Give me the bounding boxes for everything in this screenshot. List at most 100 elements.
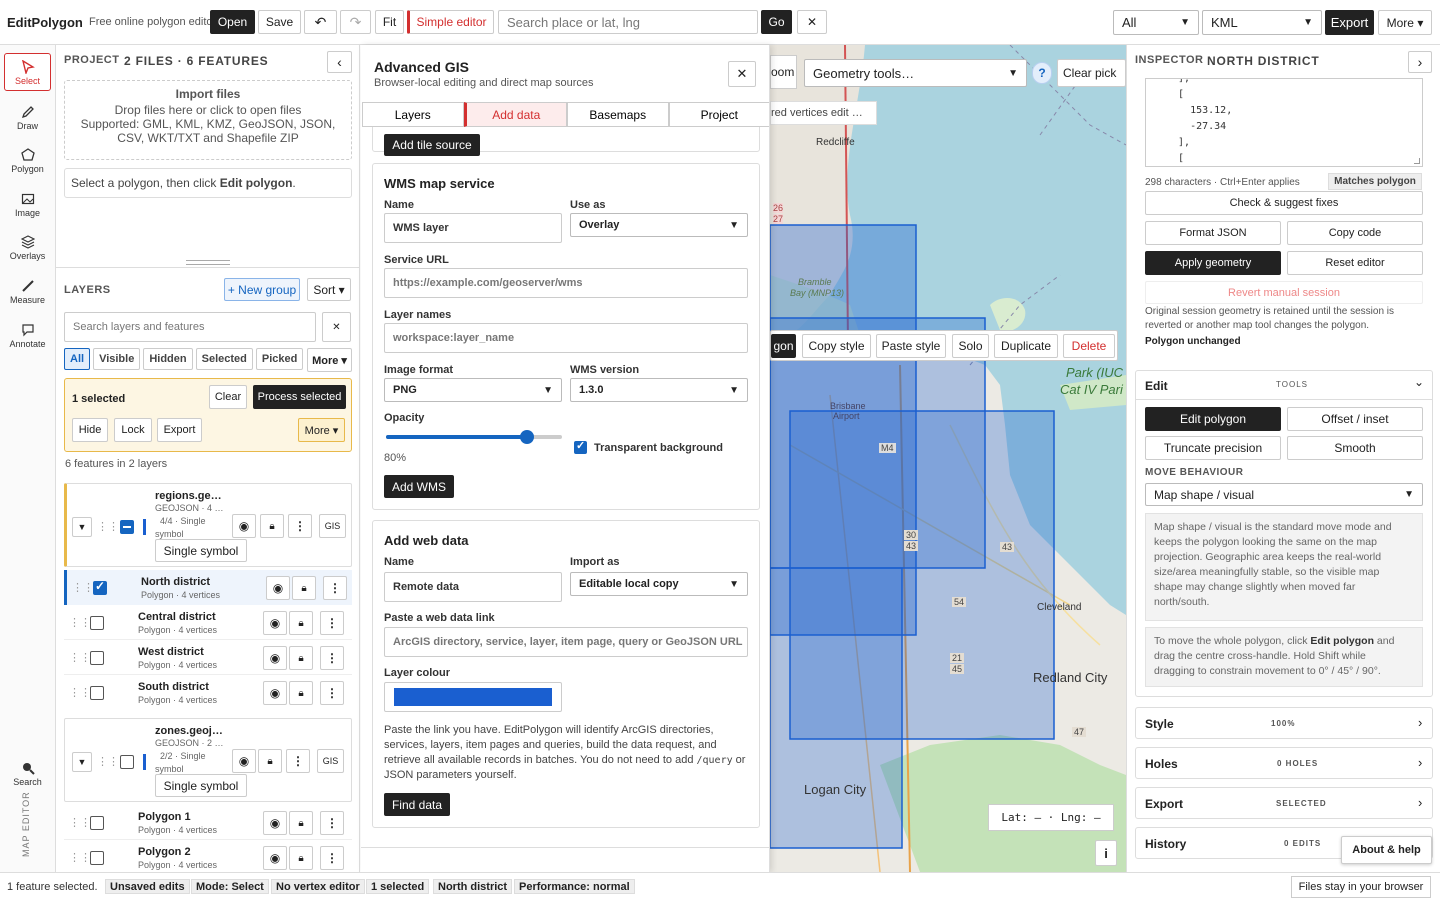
expand-group-button[interactable]: ▼: [72, 517, 92, 537]
group-menu-icon[interactable]: ⋮: [286, 749, 310, 773]
drag-handle-icon[interactable]: ⋮⋮: [69, 651, 91, 664]
redo-button[interactable]: ↷: [340, 10, 371, 34]
gis-scroll-area[interactable]: Add tile source WMS map service Name WMS…: [361, 127, 769, 847]
export-format-select[interactable]: KML ▼: [1202, 10, 1322, 35]
feature-checkbox[interactable]: [90, 686, 104, 700]
selection-more-button[interactable]: More ▾: [298, 418, 345, 442]
drag-handle-icon[interactable]: ⋮⋮: [69, 816, 91, 829]
visibility-icon[interactable]: ◉: [263, 846, 287, 870]
more-button[interactable]: More ▾: [1378, 10, 1432, 35]
feature-menu-icon[interactable]: ⋮: [320, 646, 344, 670]
feature-checkbox[interactable]: [90, 816, 104, 830]
visibility-icon[interactable]: ◉: [232, 749, 256, 773]
drag-handle-icon[interactable]: ⋮⋮: [69, 851, 91, 864]
wms-use-select[interactable]: Overlay ▼: [570, 213, 748, 237]
group-checkbox[interactable]: [120, 755, 134, 769]
tab-basemaps[interactable]: Basemaps: [567, 102, 669, 127]
wms-opacity-slider[interactable]: [386, 429, 562, 445]
feature-menu-icon[interactable]: ⋮: [320, 681, 344, 705]
duplicate-button[interactable]: Duplicate: [994, 334, 1058, 358]
feature-checkbox[interactable]: [90, 651, 104, 665]
collapse-panel-button[interactable]: ‹: [327, 51, 352, 73]
tool-image[interactable]: Image: [4, 192, 51, 218]
slider-thumb[interactable]: [519, 430, 534, 444]
visibility-icon[interactable]: ◉: [266, 576, 290, 600]
style-section[interactable]: Style 100% ›: [1135, 707, 1433, 739]
filter-visible[interactable]: Visible: [93, 348, 141, 370]
drag-handle-icon[interactable]: ⋮⋮: [69, 686, 91, 699]
drag-handle-icon[interactable]: ⋮⋮: [72, 581, 94, 594]
feature-row[interactable]: ⋮⋮ Polygon 2 Polygon · 4 vertices ◉ 🔒︎ ⋮: [64, 840, 352, 872]
tool-measure[interactable]: Measure: [4, 279, 51, 305]
feature-menu-icon[interactable]: ⋮: [320, 846, 344, 870]
symbology-button[interactable]: Single symbol: [155, 539, 247, 562]
layer-search-input[interactable]: Search layers and features: [64, 312, 316, 342]
tool-annotate[interactable]: Annotate: [4, 323, 51, 349]
add-tile-source-button[interactable]: Add tile source: [384, 134, 480, 156]
export-section[interactable]: Export SELECTED ›: [1135, 787, 1433, 819]
save-button[interactable]: Save: [258, 10, 301, 34]
undo-button[interactable]: ↶: [304, 10, 337, 34]
clear-pick-button[interactable]: Clear pick: [1057, 59, 1126, 87]
wms-layers-input[interactable]: workspace:layer_name: [384, 323, 748, 353]
hide-selected-button[interactable]: Hide: [72, 418, 108, 442]
drag-handle-icon[interactable]: ⋮⋮: [97, 520, 119, 533]
web-link-input[interactable]: ArcGIS directory, service, layer, item p…: [384, 627, 748, 657]
drag-handle-icon[interactable]: ⋮⋮: [69, 616, 91, 629]
layer-group-zones[interactable]: ▼ ⋮⋮ zones.geoj… GEOJSON · 2 … 2/2 · Sin…: [64, 718, 352, 802]
feature-checkbox[interactable]: [90, 616, 104, 630]
feature-checkbox[interactable]: [90, 851, 104, 865]
selection-clear-button[interactable]: Clear: [209, 385, 247, 409]
visibility-icon[interactable]: ◉: [263, 811, 287, 835]
lock-icon[interactable]: 🔒︎: [289, 846, 313, 870]
inspector-toggle-button[interactable]: ›: [1408, 51, 1432, 73]
lock-icon[interactable]: 🔒︎: [260, 514, 284, 538]
clear-search-button[interactable]: ✕: [797, 10, 827, 34]
copy-style-button[interactable]: Copy style: [802, 334, 871, 358]
smooth-button[interactable]: Smooth: [1287, 436, 1423, 460]
go-button[interactable]: Go: [761, 10, 792, 34]
filter-all[interactable]: All: [64, 348, 91, 370]
wms-format-select[interactable]: PNG ▼: [384, 378, 562, 402]
map-help-button[interactable]: ?: [1032, 62, 1052, 84]
group-checkbox[interactable]: [120, 520, 134, 534]
check-fixes-button[interactable]: Check & suggest fixes: [1145, 191, 1423, 215]
format-json-button[interactable]: Format JSON: [1145, 221, 1281, 245]
tab-add-data[interactable]: Add data: [463, 102, 567, 127]
export-selected-button[interactable]: Export: [157, 418, 202, 442]
symbology-button[interactable]: Single symbol: [155, 774, 247, 797]
resize-grip-icon[interactable]: [1414, 158, 1420, 164]
sort-button[interactable]: Sort ▾: [307, 278, 351, 301]
transparent-checkbox[interactable]: ✓: [574, 440, 587, 454]
paste-style-button[interactable]: Paste style: [876, 334, 946, 358]
web-import-select[interactable]: Editable local copy ▼: [570, 572, 748, 596]
apply-geometry-button[interactable]: Apply geometry: [1145, 251, 1281, 275]
chevron-down-icon[interactable]: ⌄: [1414, 375, 1424, 389]
feature-row[interactable]: ⋮⋮ South district Polygon · 4 vertices ◉…: [64, 675, 352, 710]
lock-icon[interactable]: 🔒︎: [258, 749, 282, 773]
group-menu-icon[interactable]: ⋮: [288, 514, 312, 538]
find-data-button[interactable]: Find data: [384, 793, 450, 816]
visibility-icon[interactable]: ◉: [232, 514, 256, 538]
fit-button[interactable]: Fit: [375, 10, 404, 34]
copy-code-button[interactable]: Copy code: [1287, 221, 1423, 245]
geometry-code-editor[interactable]: ], [ 153.12, -27.34 ], [: [1145, 78, 1423, 167]
feature-menu-icon[interactable]: ⋮: [320, 811, 344, 835]
map-canvas[interactable]: Redcliffe Bramble Bay (MNP13) Brisbane A…: [770, 45, 1126, 872]
feature-filter-select[interactable]: All ▼: [1113, 10, 1199, 35]
filter-hidden[interactable]: Hidden: [143, 348, 193, 370]
feature-row[interactable]: ⋮⋮ West district Polygon · 4 vertices ◉ …: [64, 640, 352, 675]
feature-row[interactable]: ⋮⋮ Polygon 1 Polygon · 4 vertices ◉ 🔒︎ ⋮: [64, 805, 352, 840]
layer-search-clear-button[interactable]: ✕: [322, 312, 351, 342]
lock-icon[interactable]: 🔒︎: [289, 646, 313, 670]
lock-icon[interactable]: 🔒︎: [289, 681, 313, 705]
tab-project[interactable]: Project: [668, 102, 769, 127]
wms-url-input[interactable]: https://example.com/geoserver/wms: [384, 268, 748, 298]
web-name-input[interactable]: Remote data: [384, 572, 562, 602]
expand-group-button[interactable]: ▼: [72, 752, 92, 772]
feature-row[interactable]: ⋮⋮ Central district Polygon · 4 vertices…: [64, 605, 352, 640]
feature-checkbox[interactable]: ✓: [93, 579, 107, 595]
map-zoom-fragment[interactable]: oom: [770, 55, 797, 89]
holes-section[interactable]: Holes 0 HOLES ›: [1135, 747, 1433, 779]
tool-search[interactable]: Search: [4, 761, 51, 787]
